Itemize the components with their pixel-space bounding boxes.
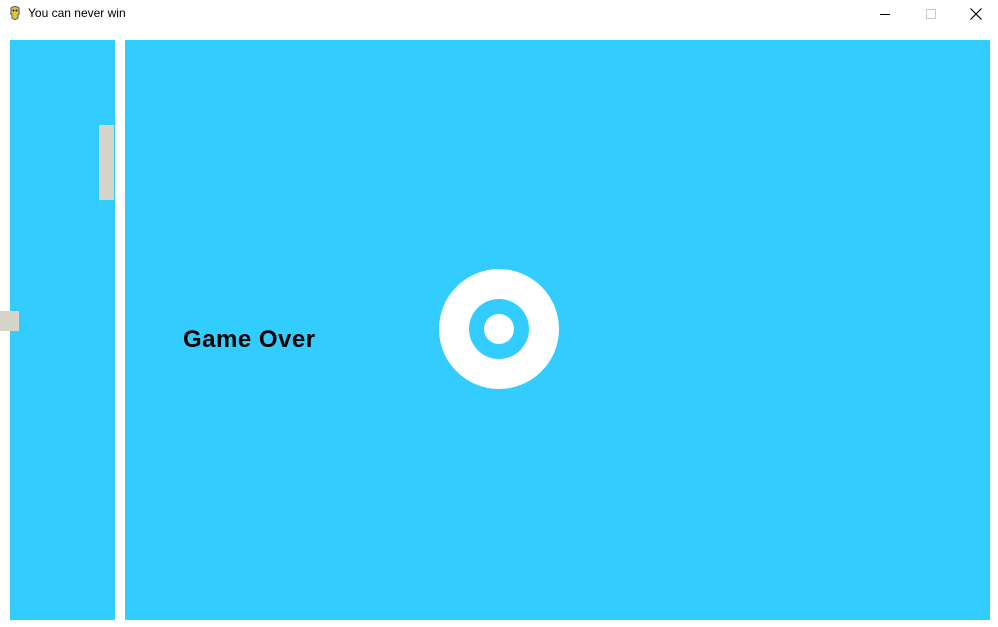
close-icon bbox=[970, 8, 982, 20]
close-button[interactable] bbox=[953, 0, 998, 28]
minimize-icon bbox=[880, 14, 890, 15]
paddle-left bbox=[0, 311, 19, 331]
paddle-right bbox=[99, 125, 114, 200]
game-canvas[interactable]: Game Over bbox=[0, 40, 998, 620]
center-divider bbox=[115, 40, 125, 620]
maximize-button[interactable] bbox=[908, 0, 954, 28]
title-bar[interactable]: You can never win bbox=[0, 0, 998, 28]
game-over-text: Game Over bbox=[183, 326, 316, 353]
target-ball bbox=[439, 269, 559, 389]
window-title: You can never win bbox=[28, 6, 126, 20]
pygame-snake-icon bbox=[10, 6, 20, 20]
minimize-button[interactable] bbox=[862, 0, 908, 28]
maximize-icon bbox=[926, 9, 936, 19]
game-window: You can never win Game Over bbox=[0, 0, 998, 627]
